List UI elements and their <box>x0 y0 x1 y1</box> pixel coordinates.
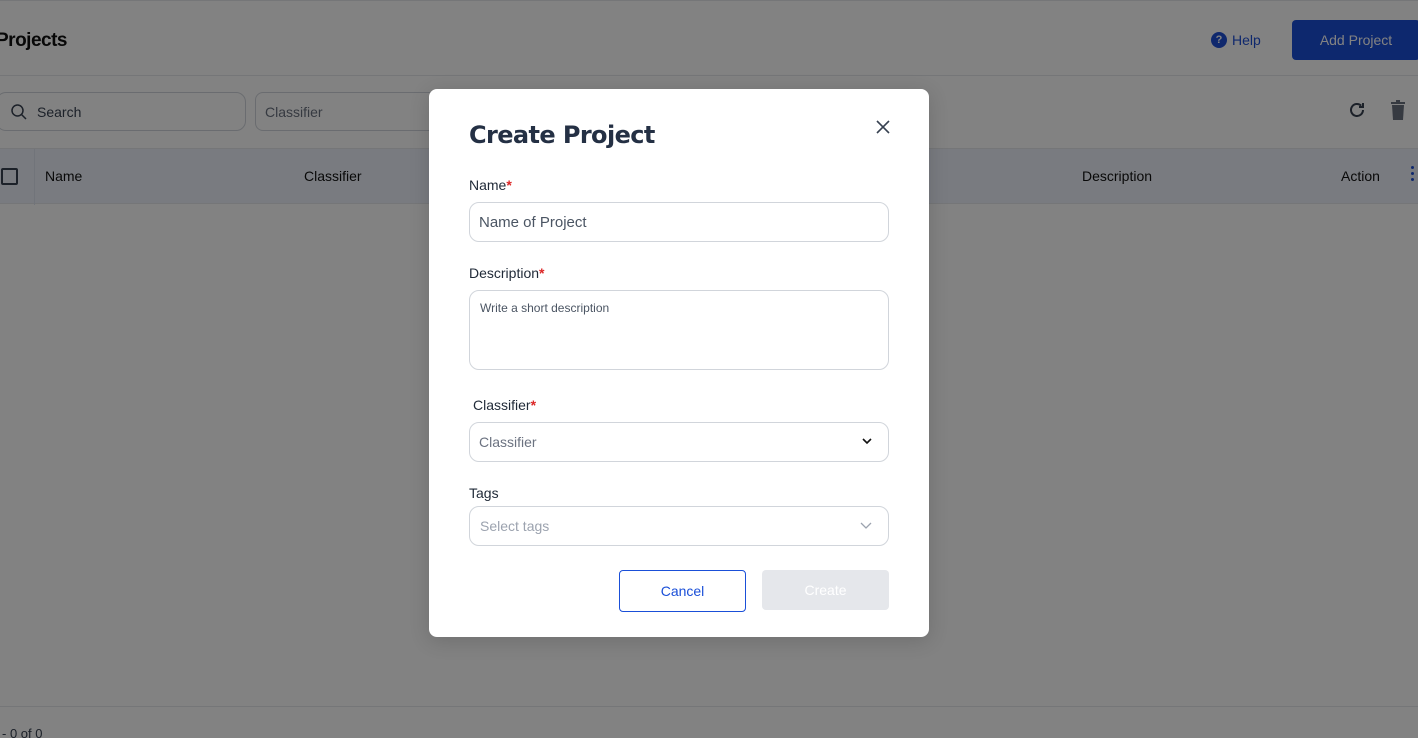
create-project-dialog: Create Project Name* Name of Project Des… <box>429 89 929 637</box>
required-marker: * <box>506 177 512 193</box>
tags-placeholder: Select tags <box>480 518 550 534</box>
classifier-label: Classifier* <box>473 397 537 413</box>
dialog-title: Create Project <box>469 121 655 149</box>
create-button[interactable]: Create <box>762 570 889 610</box>
description-placeholder: Write a short description <box>480 301 610 315</box>
tags-label: Tags <box>469 485 499 501</box>
chevron-down-icon <box>862 438 872 445</box>
tags-select[interactable]: Select tags <box>469 506 889 546</box>
required-marker: * <box>530 397 537 413</box>
required-marker: * <box>539 265 545 281</box>
classifier-select[interactable]: Classifier <box>469 422 889 462</box>
project-name-input[interactable]: Name of Project <box>469 202 889 242</box>
close-icon[interactable] <box>873 117 893 137</box>
description-textarea[interactable]: Write a short description <box>469 290 889 370</box>
name-label: Name* <box>469 177 512 193</box>
name-placeholder: Name of Project <box>479 214 587 231</box>
chevron-down-icon <box>860 522 872 529</box>
cancel-button[interactable]: Cancel <box>619 570 746 612</box>
classifier-placeholder: Classifier <box>479 434 537 450</box>
description-label: Description* <box>469 265 545 281</box>
